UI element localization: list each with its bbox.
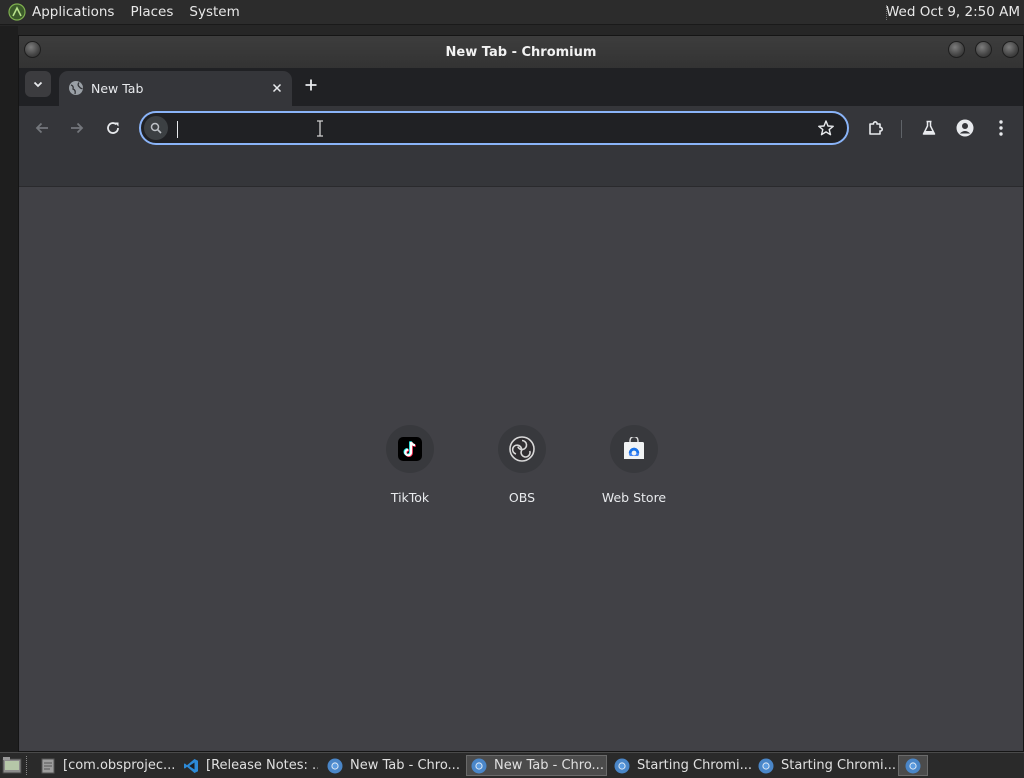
text-caret bbox=[177, 121, 178, 138]
back-button[interactable] bbox=[30, 116, 54, 140]
shortcut-obs-tile bbox=[498, 425, 546, 473]
shortcut-label: Web Store bbox=[601, 490, 667, 505]
taskbar-task-7[interactable] bbox=[898, 755, 928, 776]
tab-close-button[interactable] bbox=[268, 79, 286, 97]
task-label: Starting Chromi... bbox=[637, 758, 751, 773]
tiktok-icon bbox=[398, 437, 422, 461]
maximize-button[interactable] bbox=[975, 41, 992, 58]
taskbar-task-2[interactable]: [Release Notes: ... bbox=[179, 755, 318, 776]
task-label: [com.obsprojec... bbox=[63, 758, 174, 773]
tab-strip: New Tab bbox=[19, 68, 1023, 106]
text-editor-icon bbox=[41, 758, 55, 773]
plus-icon bbox=[305, 79, 317, 91]
profile-button[interactable] bbox=[953, 116, 977, 140]
task-label: Starting Chromi... bbox=[781, 758, 895, 773]
bookmarks-bar bbox=[19, 150, 1023, 187]
chromium-icon bbox=[327, 758, 343, 773]
shortcut-tiktok[interactable]: TikTok bbox=[354, 425, 466, 515]
shortcut-tiktok-tile bbox=[386, 425, 434, 473]
taskbar-task-5[interactable]: Starting Chromi... bbox=[610, 755, 751, 776]
browser-toolbar bbox=[19, 106, 1023, 150]
shortcut-web-store-tile bbox=[610, 425, 658, 473]
arrow-right-icon bbox=[71, 122, 84, 134]
profile-icon bbox=[956, 119, 974, 137]
top-panel: Applications Places System Wed Oct 9, 2:… bbox=[0, 0, 1024, 25]
omnibox-input[interactable] bbox=[173, 115, 797, 143]
close-icon bbox=[272, 83, 282, 93]
shortcut-label: TikTok bbox=[390, 490, 430, 505]
labs-button[interactable] bbox=[917, 116, 941, 140]
chromium-window: New Tab - Chromium New Tab TikTok OBS We… bbox=[18, 35, 1024, 752]
window-title: New Tab - Chromium bbox=[445, 44, 597, 60]
ibeam-cursor-icon bbox=[317, 120, 323, 137]
chromium-icon bbox=[905, 758, 921, 773]
puzzle-icon bbox=[869, 121, 883, 135]
forward-button[interactable] bbox=[65, 116, 89, 140]
show-desktop-icon[interactable] bbox=[2, 756, 22, 775]
new-tab-page: TikTok OBS Web Store bbox=[19, 187, 1023, 751]
chromium-icon bbox=[614, 758, 630, 773]
tab-new-tab[interactable]: New Tab bbox=[59, 71, 292, 106]
menu-button[interactable] bbox=[989, 116, 1013, 140]
minimize-button[interactable] bbox=[948, 41, 965, 58]
taskbar-handle[interactable] bbox=[26, 756, 30, 775]
tab-title: New Tab bbox=[91, 81, 144, 96]
bottom-taskbar: [com.obsprojec... [Release Notes: ... Ne… bbox=[0, 752, 1024, 778]
toolbar-separator bbox=[901, 120, 902, 138]
flask-icon bbox=[922, 120, 936, 135]
new-tab-button[interactable] bbox=[300, 74, 322, 96]
task-label: New Tab - Chro... bbox=[350, 758, 460, 773]
mate-logo-icon[interactable] bbox=[8, 3, 26, 21]
window-titlebar[interactable]: New Tab - Chromium bbox=[19, 36, 1023, 68]
search-icon bbox=[150, 122, 162, 134]
kebab-menu-icon bbox=[999, 120, 1003, 136]
places-menu[interactable]: Places bbox=[130, 4, 173, 20]
star-icon bbox=[818, 120, 834, 136]
omnibox-search-icon-container bbox=[144, 116, 168, 140]
chromium-icon bbox=[471, 758, 487, 773]
bookmark-star-button[interactable] bbox=[817, 119, 835, 141]
web-store-icon bbox=[624, 437, 644, 459]
reload-button[interactable] bbox=[101, 116, 125, 140]
chevron-down-icon bbox=[33, 81, 43, 88]
shortcut-web-store[interactable]: Web Store bbox=[578, 425, 690, 515]
close-window-button[interactable] bbox=[1002, 41, 1019, 58]
reload-icon bbox=[107, 122, 119, 134]
task-label: [Release Notes: ... bbox=[206, 758, 318, 773]
globe-icon bbox=[69, 81, 83, 95]
window-menu-button[interactable] bbox=[24, 41, 41, 58]
tab-search-button[interactable] bbox=[25, 71, 51, 97]
extensions-button[interactable] bbox=[864, 116, 888, 140]
vscode-icon bbox=[184, 758, 198, 773]
taskbar-task-6[interactable]: Starting Chromi... bbox=[754, 755, 895, 776]
shortcut-label: OBS bbox=[508, 490, 536, 505]
address-bar[interactable] bbox=[139, 111, 849, 145]
arrow-left-icon bbox=[35, 122, 48, 134]
panel-clock[interactable]: Wed Oct 9, 2:50 AM bbox=[886, 4, 1020, 20]
task-label: New Tab - Chro... bbox=[494, 758, 604, 773]
taskbar-task-1[interactable]: [com.obsprojec... bbox=[36, 755, 174, 776]
taskbar-task-4[interactable]: New Tab - Chro... bbox=[466, 755, 607, 776]
obs-icon bbox=[509, 436, 535, 462]
system-menu[interactable]: System bbox=[189, 4, 239, 20]
chromium-icon bbox=[758, 758, 774, 773]
shortcut-obs[interactable]: OBS bbox=[466, 425, 578, 515]
applications-menu[interactable]: Applications bbox=[32, 4, 114, 20]
taskbar-task-3[interactable]: New Tab - Chro... bbox=[323, 755, 462, 776]
desktop-background bbox=[0, 26, 18, 752]
